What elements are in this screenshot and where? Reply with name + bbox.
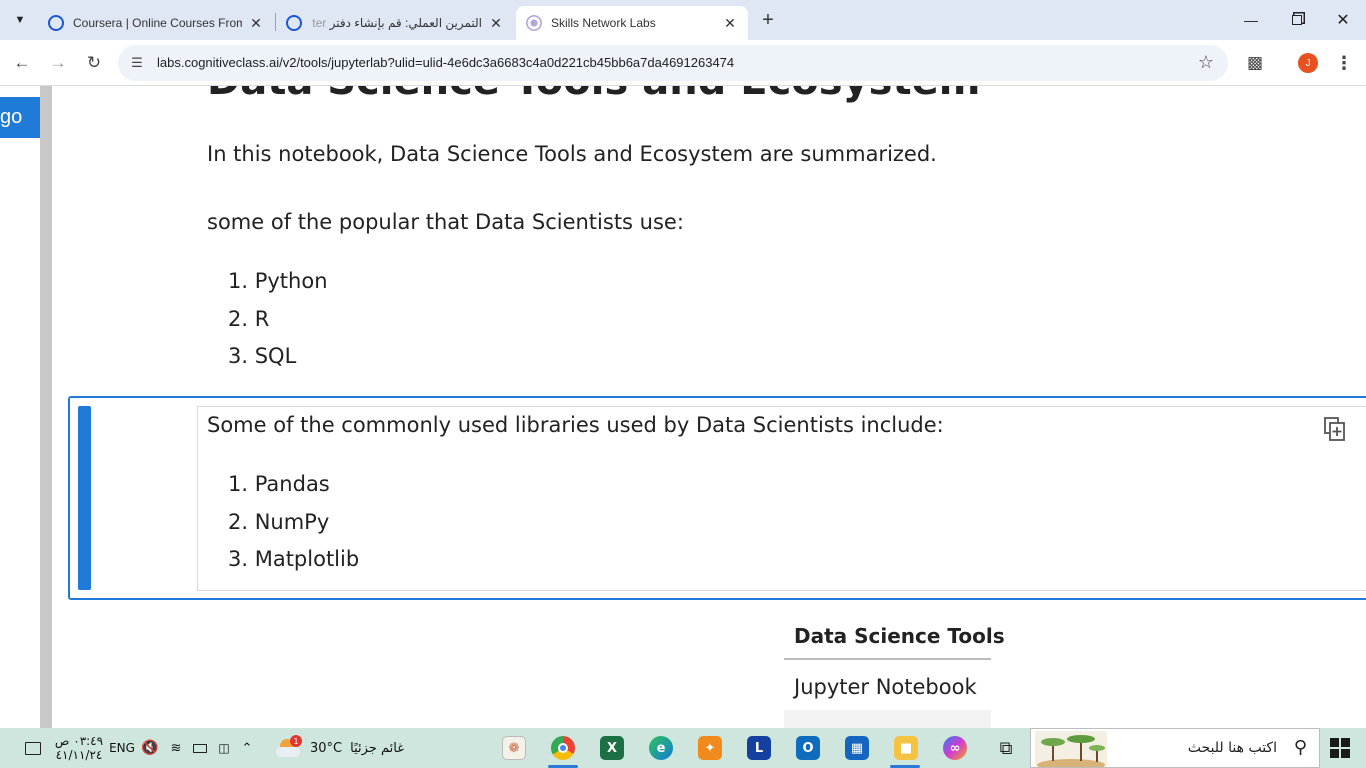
tab-practice-notebook[interactable]: التمرين العملي: قم بإنشاء دفتر ter ✕ xyxy=(276,6,514,40)
new-tab-button[interactable]: + xyxy=(756,8,780,32)
close-tab-icon[interactable]: ✕ xyxy=(488,15,504,31)
arrow-left-icon: ← xyxy=(13,53,31,72)
search-placeholder: اكتب هنا للبحث xyxy=(1187,740,1277,756)
chevron-down-icon: ▼ xyxy=(14,14,26,26)
side-panel-divider[interactable] xyxy=(40,86,52,728)
browser-toolbar: ← → ↻ ☰ labs.cognitiveclass.ai/v2/tools/… xyxy=(0,40,1366,86)
outlook-icon[interactable]: O xyxy=(796,736,820,760)
chrome-icon[interactable] xyxy=(551,736,575,760)
minimize-icon: — xyxy=(1244,12,1258,28)
page-viewport: go Data Science Tools and Ecosystem In t… xyxy=(0,86,1366,728)
list-item: 2. R xyxy=(228,306,270,331)
search-highlight-art-icon xyxy=(1035,731,1107,767)
tab-skills-network-labs[interactable]: Skills Network Labs ✕ xyxy=(516,6,748,40)
app-orange-icon[interactable]: ✦ xyxy=(698,736,722,760)
list-item: 3. Matplotlib xyxy=(228,547,360,571)
tab-title: Coursera | Online Courses From xyxy=(73,16,242,30)
restore-icon xyxy=(1292,15,1302,25)
weather-temperature: 30°C xyxy=(310,740,343,756)
volume-muted-icon[interactable]: 🔇 xyxy=(140,728,160,768)
edge-icon[interactable]: e xyxy=(649,736,673,760)
forward-button[interactable]: → xyxy=(44,49,72,77)
table-header-rule xyxy=(784,658,991,660)
windows-taskbar: ٠٣:٤٩ ص ٤١/١١/٢٤ ENG 🔇 ≋ ◫ ⌃ 1 30°C غائم… xyxy=(0,728,1366,768)
store-icon[interactable]: ▦ xyxy=(845,736,869,760)
tab-title-faded: ter xyxy=(312,16,327,30)
go-button[interactable]: go xyxy=(0,97,40,138)
wifi-icon[interactable]: ≋ xyxy=(166,728,186,768)
tab-title: التمرين العملي: قم بإنشاء دفتر xyxy=(329,16,482,30)
notebook-title-heading: Data Science Tools and Ecosystem xyxy=(207,86,980,104)
coursera-favicon-icon xyxy=(48,15,64,31)
table-cell: Jupyter Notebook xyxy=(794,675,977,699)
close-tab-icon[interactable]: ✕ xyxy=(248,15,264,31)
url-text[interactable]: labs.cognitiveclass.ai/v2/tools/jupyterl… xyxy=(157,55,734,70)
tab-coursera[interactable]: Coursera | Online Courses From ✕ xyxy=(38,6,274,40)
minimize-button[interactable]: — xyxy=(1228,0,1274,40)
languages-intro: some of the popular that Data Scientists… xyxy=(207,210,684,234)
weather-widget[interactable]: 1 30°C غائم جزئيًا xyxy=(276,728,406,768)
puzzle-icon: ▩ xyxy=(1246,53,1264,72)
copilot-icon[interactable]: ∞ xyxy=(943,736,967,760)
go-button-label: go xyxy=(0,106,23,128)
libraries-list: 1. Pandas 2. NumPy 3. Matplotlib xyxy=(228,466,359,579)
tab-search-button[interactable]: ▼ xyxy=(6,7,34,33)
extensions-button[interactable]: ▩ xyxy=(1242,50,1268,76)
copy-icon[interactable] xyxy=(1323,416,1347,442)
close-icon: ✕ xyxy=(1336,12,1350,29)
list-item: 3. SQL xyxy=(228,344,297,368)
more-vert-icon: ⋮ xyxy=(1335,52,1353,73)
tools-table-header: Data Science Tools xyxy=(794,624,1005,648)
weather-badge: 1 xyxy=(290,735,302,747)
cell-collapser[interactable] xyxy=(78,406,91,590)
weather-cloud-sun-icon: 1 xyxy=(276,735,302,759)
notifications-button[interactable] xyxy=(20,728,46,768)
list-item: 2. NumPy xyxy=(228,509,330,534)
weather-description: غائم جزئيًا xyxy=(350,740,404,756)
profile-avatar[interactable]: J xyxy=(1298,53,1318,73)
battery-icon[interactable] xyxy=(190,728,210,768)
libraries-intro: Some of the commonly used libraries used… xyxy=(207,413,944,437)
tab-title: Skills Network Labs xyxy=(551,16,656,30)
search-icon: ⚲ xyxy=(1293,737,1307,758)
list-item: 1. Python xyxy=(228,269,328,293)
intro-paragraph: In this notebook, Data Science Tools and… xyxy=(207,142,937,166)
reload-icon: ↻ xyxy=(86,53,102,72)
meet-now-icon[interactable]: ◫ xyxy=(214,728,234,768)
coursera-favicon-icon xyxy=(286,15,302,31)
browser-menu-button[interactable]: ⋮ xyxy=(1333,50,1355,76)
notification-icon xyxy=(25,741,41,755)
task-view-icon[interactable]: ⧉ xyxy=(994,736,1018,760)
clock-time: ٠٣:٤٩ ص xyxy=(54,734,104,748)
languages-list: 1. Python 2. R 3. SQL xyxy=(228,263,328,376)
browser-tab-strip: ▼ Coursera | Online Courses From ✕ التمر… xyxy=(0,0,1366,40)
reload-button[interactable]: ↻ xyxy=(80,49,108,77)
table-row xyxy=(784,710,991,728)
app-l-icon[interactable]: L xyxy=(747,736,771,760)
notebook-panel: Data Science Tools and Ecosystem In this… xyxy=(52,86,1366,728)
paint-icon[interactable]: ❁ xyxy=(502,736,526,760)
bookmark-star-icon[interactable]: ☆ xyxy=(1198,52,1214,73)
taskbar-search-box[interactable]: اكتب هنا للبحث ⚲ xyxy=(1030,728,1320,768)
clock-date: ٤١/١١/٢٤ xyxy=(55,748,103,762)
restore-button[interactable] xyxy=(1274,0,1320,40)
show-hidden-icons-chevron-up-icon[interactable]: ⌃ xyxy=(238,728,256,768)
back-button[interactable]: ← xyxy=(8,49,36,77)
address-bar[interactable]: ☰ labs.cognitiveclass.ai/v2/tools/jupyte… xyxy=(118,45,1228,81)
file-explorer-icon[interactable]: ■ xyxy=(894,736,918,760)
list-item: 1. Pandas xyxy=(228,472,330,496)
skills-network-favicon-icon xyxy=(526,15,542,31)
arrow-right-icon: → xyxy=(49,53,67,72)
excel-icon[interactable]: X xyxy=(600,736,624,760)
close-window-button[interactable]: ✕ xyxy=(1320,0,1366,40)
site-info-icon[interactable]: ☰ xyxy=(128,54,146,72)
clock[interactable]: ٠٣:٤٩ ص ٤١/١١/٢٤ xyxy=(54,728,104,768)
close-tab-icon[interactable]: ✕ xyxy=(722,15,738,31)
input-language-indicator[interactable]: ENG xyxy=(108,728,136,768)
start-button[interactable] xyxy=(1330,738,1350,758)
